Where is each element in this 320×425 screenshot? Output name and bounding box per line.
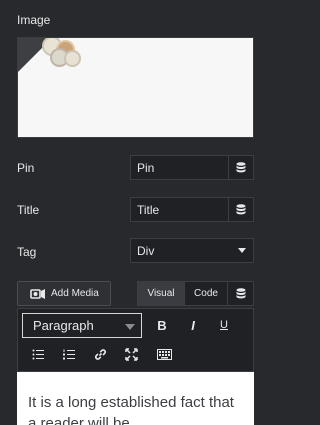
tag-select[interactable]: Div [130,238,254,263]
format-select[interactable]: Paragraph [22,313,142,338]
media-icon [30,288,45,299]
image-preview[interactable] [17,37,254,138]
add-media-label: Add Media [51,288,99,299]
editor-content[interactable]: It is a long established fact that a rea… [17,372,254,425]
bullet-list-icon [32,349,44,359]
dynamic-tags-button[interactable] [228,156,253,179]
database-icon [236,204,246,215]
title-label: Title [17,203,40,217]
tag-label: Tag [17,245,37,259]
underline-button[interactable]: U [214,315,234,335]
dynamic-tags-button[interactable] [227,282,253,305]
tab-code[interactable]: Code [184,282,227,305]
image-label: Image [17,13,51,27]
link-icon [94,348,106,360]
format-value: Paragraph [33,318,94,333]
coin-icon [64,50,81,67]
title-field[interactable]: Title [130,197,254,222]
link-button[interactable] [90,344,110,364]
keyboard-icon [156,348,172,360]
editor-tabs: Visual Code [137,281,254,306]
numbered-list-button[interactable] [59,344,79,364]
pin-value: Pin [137,160,155,175]
dynamic-tags-button[interactable] [228,198,253,221]
bold-button[interactable]: B [152,315,172,335]
pin-field[interactable]: Pin [130,155,254,180]
editor-content-text: It is a long established fact that a rea… [28,394,234,425]
tag-value: Div [137,243,155,258]
pin-label: Pin [17,161,35,175]
title-value: Title [137,202,160,217]
toolbar-toggle-button[interactable] [154,344,174,364]
add-media-button[interactable]: Add Media [17,281,111,306]
numbered-list-icon [63,349,75,359]
tab-visual[interactable]: Visual [138,282,184,305]
bullet-list-button[interactable] [28,344,48,364]
fullscreen-icon [124,347,138,361]
chevron-down-icon [125,324,135,330]
fullscreen-button[interactable] [121,344,141,364]
italic-button[interactable]: I [183,315,203,335]
database-icon [236,162,246,173]
chevron-down-icon [238,248,246,253]
database-icon [236,288,245,299]
